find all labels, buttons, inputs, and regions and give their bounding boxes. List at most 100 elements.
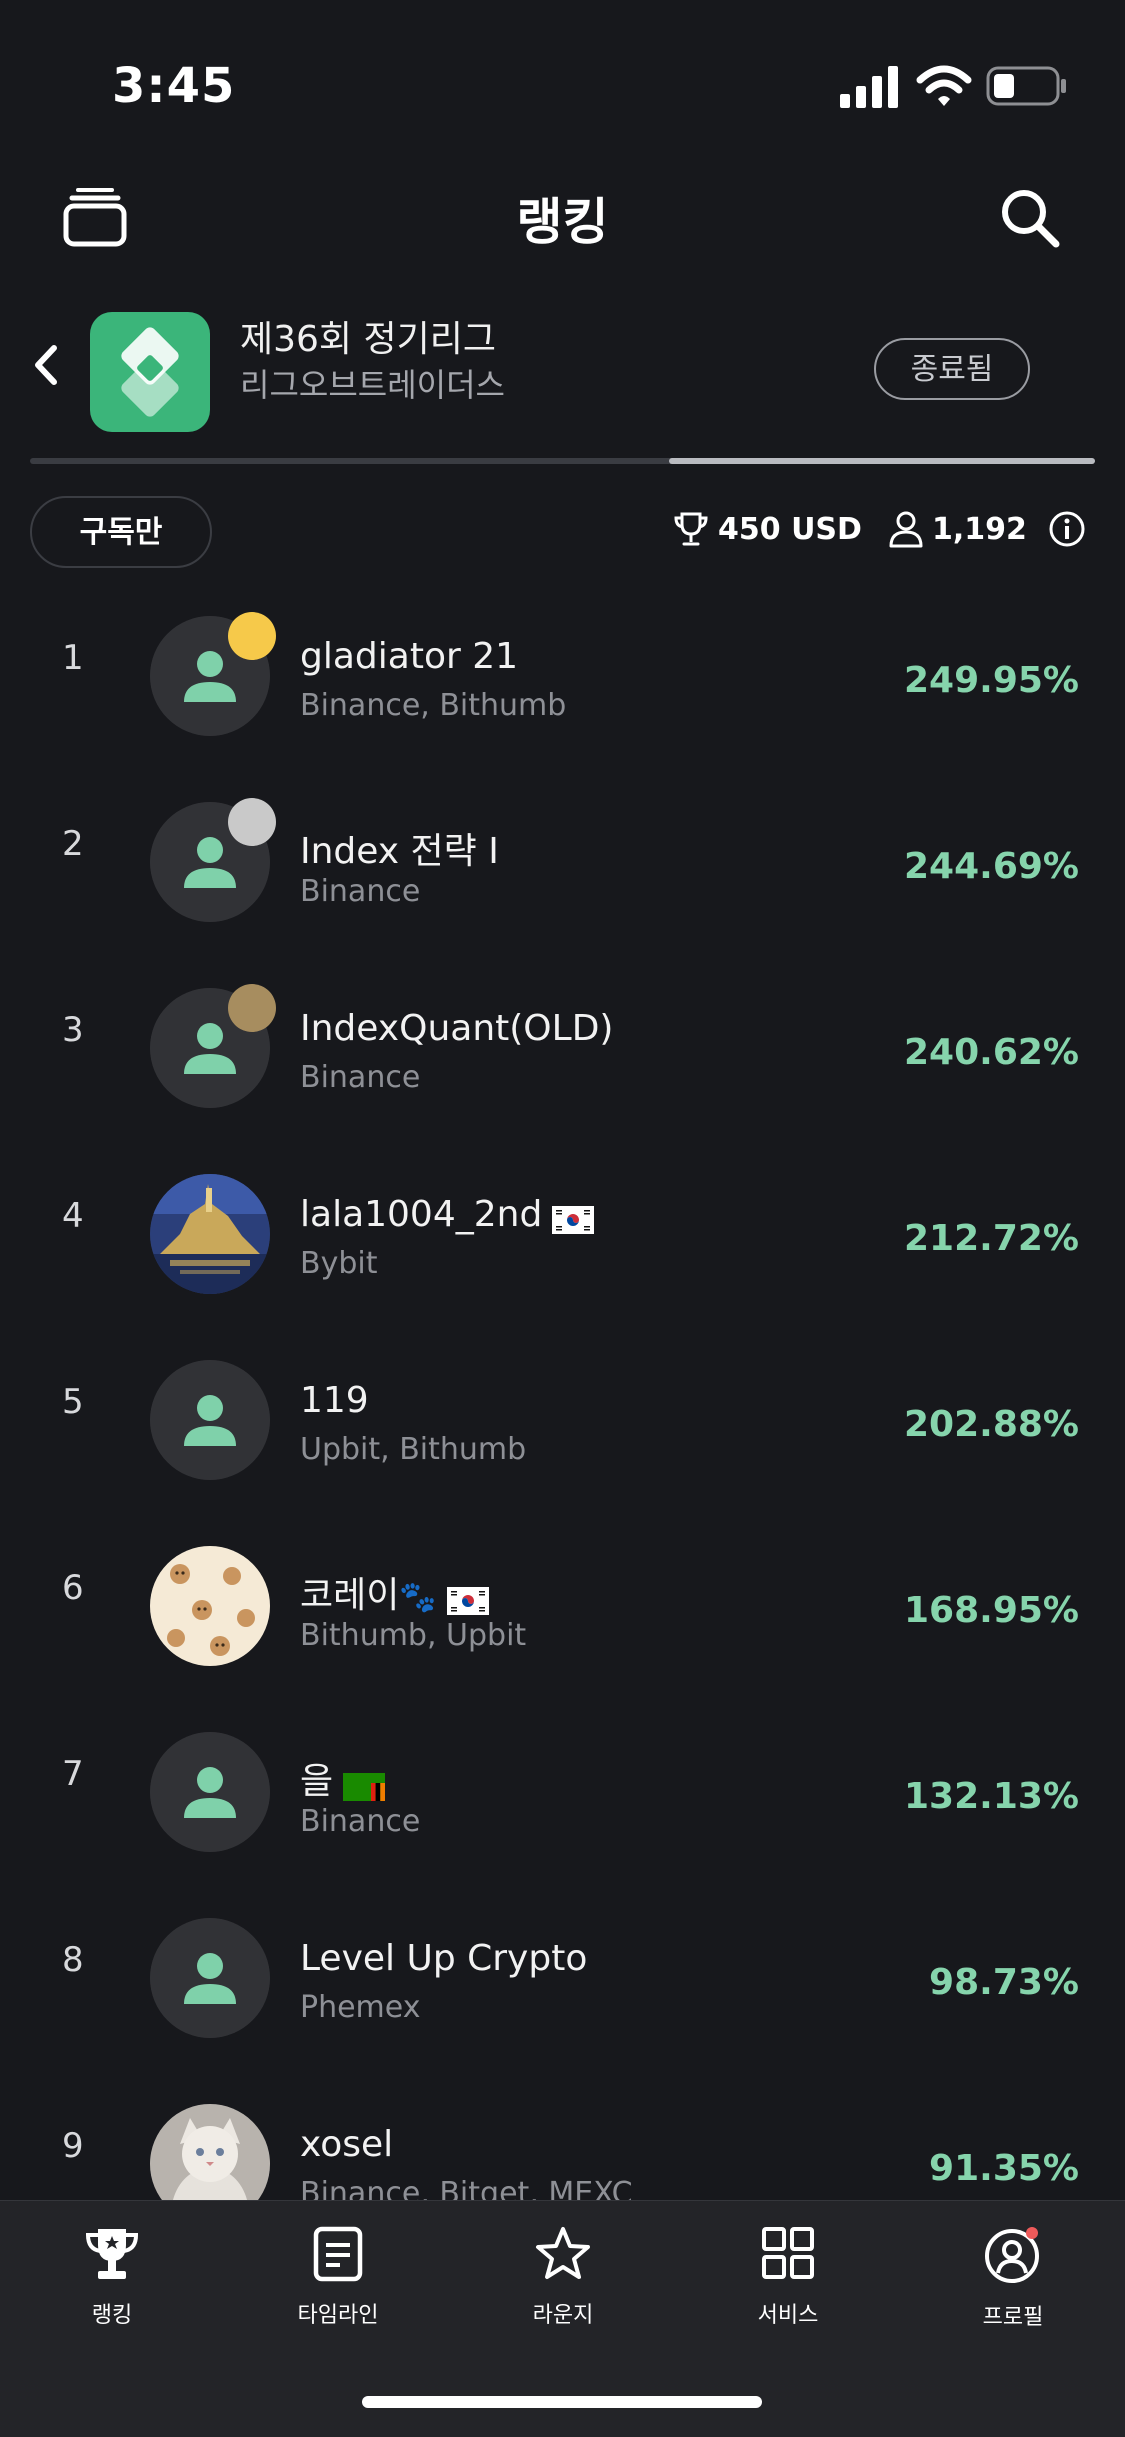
trader-exchanges: Binance: [300, 1804, 421, 1839]
trader-exchanges: Phemex: [300, 1990, 421, 2025]
avatar: [150, 2104, 270, 2200]
silver-medal-badge: [228, 798, 276, 846]
trophy-icon: [85, 2229, 139, 2279]
rank-number: 3: [62, 1010, 84, 1050]
ranking-row[interactable]: 8 Level Up Crypto Phemex 98.73%: [0, 1888, 1125, 2074]
return-percentage: 212.72%: [904, 1218, 1079, 1259]
tab-services[interactable]: 서비스: [708, 2225, 868, 2345]
ranking-row[interactable]: 2 Index 전략 I Binance 244.69%: [0, 772, 1125, 958]
avatar: [150, 1174, 270, 1294]
rank-number: 1: [62, 638, 84, 678]
document-icon: [313, 2226, 363, 2282]
tab-label: 프로필: [982, 2305, 1044, 2330]
tab-label: 타임라인: [297, 2303, 379, 2328]
wifi-icon: [916, 65, 972, 106]
trader-name: lala1004_2nd: [300, 1194, 595, 1235]
trader-name: 을: [300, 1752, 386, 1804]
search-icon[interactable]: [998, 186, 1062, 250]
trader-name: 119: [300, 1380, 369, 1421]
trader-exchanges: Binance: [300, 1060, 421, 1095]
ranking-row[interactable]: 7 을 Binance 132.13%: [0, 1702, 1125, 1888]
status-bar: 3:45: [0, 0, 1125, 150]
ranking-row[interactable]: 5 119 Upbit, Bithumb 202.88%: [0, 1330, 1125, 1516]
trader-exchanges: Bithumb, Upbit: [300, 1618, 527, 1653]
rank-number: 5: [62, 1382, 84, 1422]
trader-exchanges: Binance: [300, 874, 421, 909]
default-avatar-icon: [150, 1360, 270, 1480]
default-avatar-icon: [150, 1732, 270, 1852]
tab-label: 라운지: [532, 2303, 594, 2328]
participant-number: 1,192: [932, 511, 1027, 547]
top-bar: 랭킹: [0, 160, 1125, 270]
prize-amount: 450 USD: [718, 511, 862, 547]
zambia-flag: [343, 1769, 386, 1801]
trader-name: Level Up Crypto: [300, 1938, 588, 1979]
return-percentage: 168.95%: [904, 1590, 1079, 1631]
trader-name: IndexQuant(OLD): [300, 1008, 614, 1049]
ranking-row[interactable]: 6 코레이🐾 Bithumb, Upbit 168.95%: [0, 1516, 1125, 1702]
return-percentage: 202.88%: [904, 1404, 1079, 1445]
ranking-row[interactable]: 4 lala1004_2nd Bybit 212.72%: [0, 1144, 1125, 1330]
ranking-list: 1 gladiator 21 Binance, Bithumb 249.95% 2 Ind…: [0, 586, 1125, 2200]
rank-number: 2: [62, 824, 84, 864]
tab-label: 랭킹: [91, 2303, 133, 2328]
trader-name: Index 전략 I: [300, 831, 499, 872]
bronze-medal-badge: [228, 984, 276, 1032]
battery-icon: [986, 66, 1066, 106]
tab-ranking[interactable]: 랭킹: [32, 2225, 192, 2345]
filter-bar: 구독만 450 USD 1,192: [0, 494, 1125, 574]
prize-pool: 450 USD: [672, 510, 862, 548]
ranking-row[interactable]: 9 xosel Binance, Bitget, MEXC 91.35%: [0, 2074, 1125, 2200]
paw-emoji: 🐾: [399, 1580, 437, 1615]
subscribed-only-filter[interactable]: 구독만: [30, 496, 212, 568]
rank-number: 8: [62, 1940, 84, 1980]
info-icon[interactable]: [1048, 510, 1086, 548]
star-icon: [536, 2227, 590, 2279]
south-korea-flag: [446, 1583, 489, 1615]
profile-icon: [985, 2227, 1039, 2283]
page-title: 랭킹: [516, 193, 609, 251]
rank-number: 4: [62, 1196, 84, 1236]
league-status-badge: 종료됨: [874, 338, 1030, 400]
trader-exchanges: Binance, Bitget, MEXC: [300, 2176, 633, 2200]
league-progress-fill: [669, 458, 1095, 464]
ranking-row[interactable]: 3 IndexQuant(OLD) Binance 240.62%: [0, 958, 1125, 1144]
default-avatar-icon: [150, 1918, 270, 2038]
trader-name: xosel: [300, 2124, 394, 2165]
rank-number: 7: [62, 1754, 84, 1794]
tab-profile[interactable]: 프로필: [933, 2225, 1093, 2345]
person-outline-icon: [889, 511, 923, 548]
ranking-row[interactable]: 1 gladiator 21 Binance, Bithumb 249.95%: [0, 586, 1125, 772]
home-indicator[interactable]: [362, 2396, 762, 2408]
cellular-signal-icon: [840, 66, 898, 108]
back-chevron-icon[interactable]: [26, 340, 66, 390]
trader-exchanges: Binance, Bithumb: [300, 688, 567, 723]
notification-dot: [1026, 2227, 1038, 2239]
league-logo: [90, 312, 210, 432]
return-percentage: 91.35%: [929, 2148, 1079, 2189]
league-progress-bar: [30, 458, 1095, 464]
return-percentage: 240.62%: [904, 1032, 1079, 1073]
return-percentage: 249.95%: [904, 660, 1079, 701]
league-organizer: 리그오브트레이더스: [240, 366, 505, 404]
status-time: 3:45: [112, 58, 236, 114]
participant-count: 1,192: [888, 510, 1027, 548]
trophy-outline-icon: [674, 512, 708, 546]
trader-name: 코레이🐾: [300, 1566, 489, 1618]
tab-label: 서비스: [757, 2303, 819, 2328]
trader-name: gladiator 21: [300, 636, 519, 677]
league-logo-icon: [121, 327, 179, 417]
trader-exchanges: Bybit: [300, 1246, 378, 1281]
gold-medal-badge: [228, 612, 276, 660]
rank-number: 9: [62, 2126, 84, 2166]
return-percentage: 98.73%: [929, 1962, 1079, 2003]
south-korea-flag: [552, 1202, 595, 1234]
league-header: 제36회 정기리그 리그오브트레이더스 종료됨: [0, 300, 1125, 450]
avatar: [150, 1546, 270, 1666]
league-name: 제36회 정기리그: [240, 319, 496, 360]
grid-icon: [762, 2227, 814, 2279]
rank-number: 6: [62, 1568, 84, 1608]
trader-exchanges: Upbit, Bithumb: [300, 1432, 527, 1467]
tab-timeline[interactable]: 타임라인: [258, 2225, 418, 2345]
tab-lounge[interactable]: 라운지: [483, 2225, 643, 2345]
